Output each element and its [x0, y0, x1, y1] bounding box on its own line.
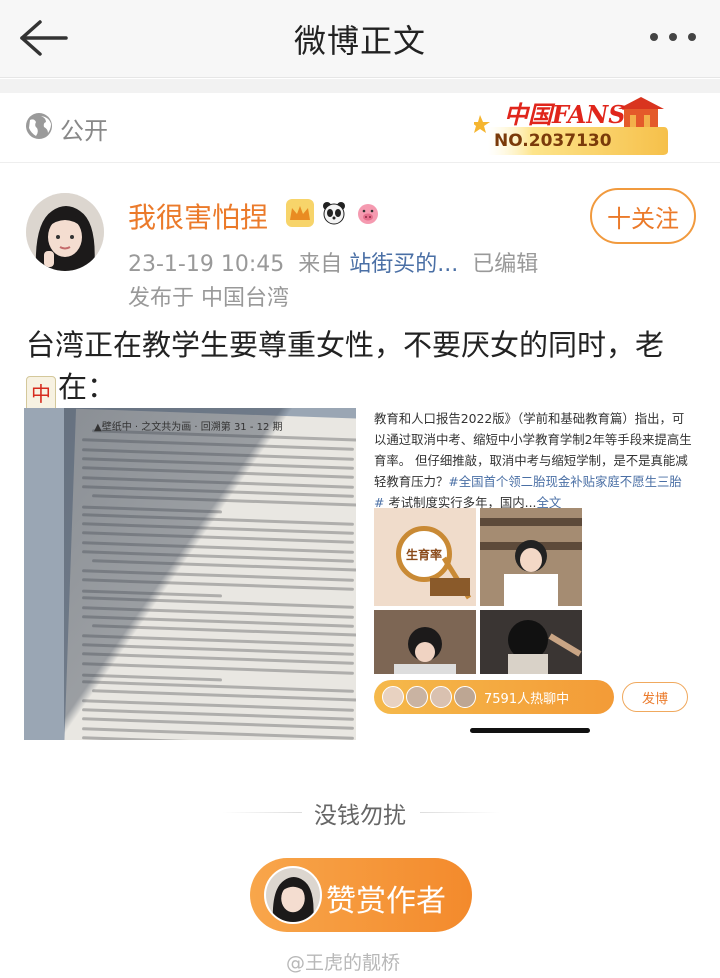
reward-caption: 没钱勿扰 [314, 803, 406, 829]
grid-image-birth-rate: 生育率 [374, 508, 476, 606]
post-time: 23-1-19 10:45 [128, 252, 285, 277]
source-prefix: 来自 [298, 252, 343, 277]
live-avatar [382, 686, 404, 708]
screenshot-text: 教育和人口报告2022版》（学前和基础教育篇）指出，可以通过取消中考、缩短中小学… [374, 408, 692, 513]
live-avatars [382, 686, 476, 708]
section-gap [0, 79, 720, 93]
textbook-header: ▲壁纸中 · 之文共为画 · 回溯第 31 - 12 期 [94, 422, 283, 433]
watermark: @王虎的靓桥 [286, 952, 401, 974]
globe-icon [26, 113, 52, 139]
reward-avatar-portrait [266, 868, 320, 922]
top-navbar: 微博正文 [0, 0, 720, 78]
post-text: 台湾正在教学生要尊重女性，不要厌女的同时，老 中在： [26, 324, 698, 412]
live-avatar [430, 686, 452, 708]
child-head-art [480, 610, 582, 674]
author-badges [286, 199, 382, 227]
panda-icon [320, 199, 348, 227]
author-avatar[interactable] [26, 193, 104, 271]
abacus-art [430, 556, 472, 600]
screenshot-image-grid: 生育率 [374, 508, 582, 674]
grid-image-child-head [480, 610, 582, 674]
post-source-link[interactable]: 站街买的... [349, 252, 458, 277]
grid-image-child-study [374, 610, 476, 674]
grid-image-child-books [480, 508, 582, 606]
follow-button[interactable]: 十关注 [590, 188, 696, 244]
child-books-art [480, 508, 582, 606]
screenshot-live-bar: 7591人热聊中 [374, 680, 614, 714]
post-meta: 23-1-19 10:45 来自 站街买的... 已编辑 [128, 246, 538, 278]
reward-avatar [264, 866, 322, 924]
pig-icon [354, 199, 382, 227]
post-image-textbook[interactable]: ▲壁纸中 · 之文共为画 · 回溯第 31 - 12 期 [24, 408, 356, 740]
reward-author-button[interactable]: 赞赏作者 [250, 858, 472, 932]
visibility-label: 公开 [60, 117, 108, 145]
live-avatar [454, 686, 476, 708]
post-image-screenshot[interactable]: 教育和人口报告2022版》（学前和基础教育篇）指出，可以通过取消中考、缩短中小学… [366, 408, 696, 740]
author-name[interactable]: 我很害怕捏 [128, 196, 268, 236]
fans-badge-number: NO.2037130 [494, 131, 612, 151]
post-location: 发布于 中国台湾 [128, 286, 289, 311]
more-dots-icon[interactable] [648, 25, 698, 49]
crown-icon [286, 199, 314, 227]
shadow-overlay [64, 408, 356, 740]
page-title: 微博正文 [293, 22, 426, 60]
screenshot-send-button: 发博 [622, 682, 688, 712]
home-indicator [470, 728, 590, 733]
fans-badge-title: 中国FANS [504, 100, 626, 129]
live-count-label: 7591人热聊中 [484, 692, 570, 707]
fans-badge: 中国FANS NO.2037130 [474, 93, 672, 159]
live-avatar [406, 686, 428, 708]
edited-label: 已编辑 [472, 252, 539, 277]
post-text-tail: 在： [58, 370, 117, 404]
mahjong-emoji-icon: 中 [26, 376, 56, 412]
post-text-main: 台湾正在教学生要尊重女性，不要厌女的同时，老 [26, 328, 665, 362]
child-study-art [374, 610, 476, 674]
avatar-portrait [26, 193, 104, 271]
reward-button-label: 赞赏作者 [326, 884, 446, 919]
